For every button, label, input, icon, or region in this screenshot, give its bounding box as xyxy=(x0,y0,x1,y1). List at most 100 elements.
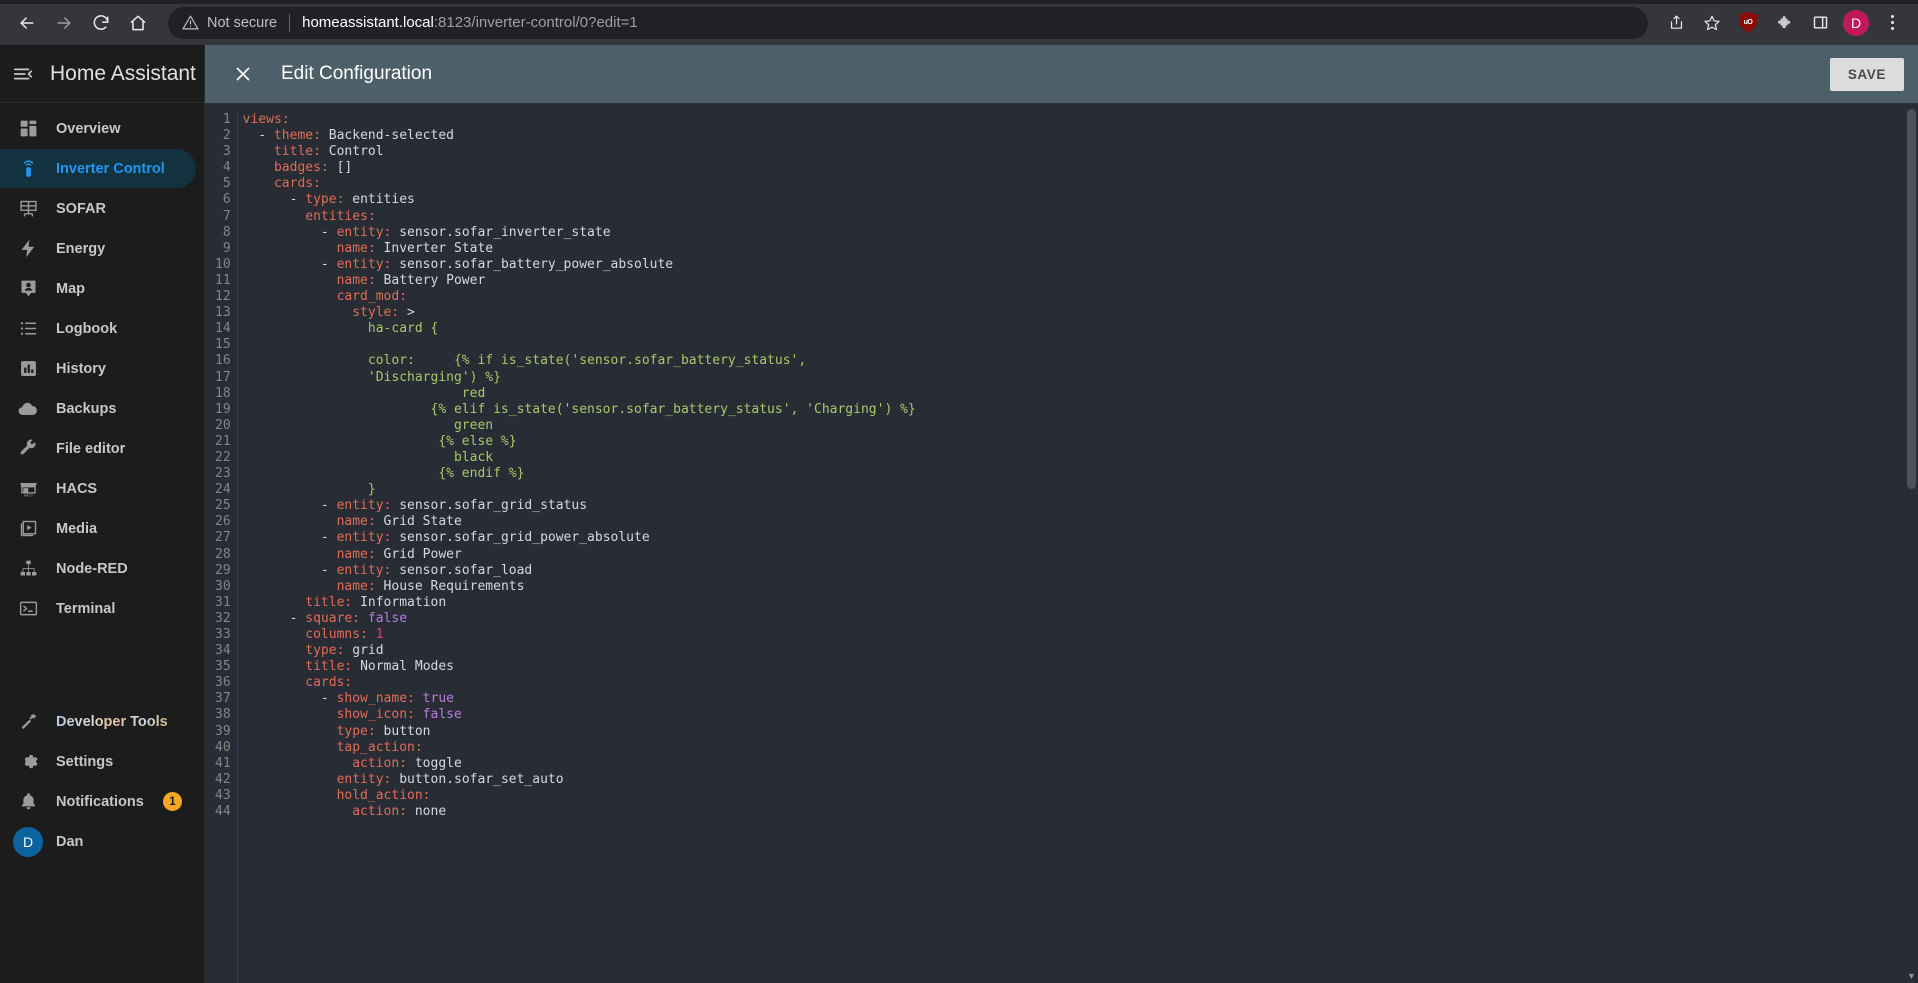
code-line[interactable]: green xyxy=(243,418,1918,434)
code-line[interactable] xyxy=(243,337,1918,353)
scrollbar-thumb[interactable] xyxy=(1907,109,1916,489)
sidebar-item-notifications[interactable]: Notifications 1 xyxy=(0,782,196,821)
code-line[interactable]: hold_action: xyxy=(243,788,1918,804)
code-line[interactable]: 'Discharging') %} xyxy=(243,370,1918,386)
line-number: 44 xyxy=(215,804,231,820)
back-icon[interactable] xyxy=(10,6,44,40)
share-icon[interactable] xyxy=(1660,7,1692,39)
sidebar-item-terminal[interactable]: Terminal xyxy=(0,589,196,628)
play-box-icon xyxy=(13,518,43,539)
code-line[interactable]: name: Inverter State xyxy=(243,241,1918,257)
code-line[interactable]: ha-card { xyxy=(243,321,1918,337)
code-line[interactable]: cards: xyxy=(243,176,1918,192)
code-line[interactable]: - entity: sensor.sofar_grid_power_absolu… xyxy=(243,530,1918,546)
code-line[interactable]: title: Control xyxy=(243,144,1918,160)
browser-actions: uO D xyxy=(1656,7,1908,39)
code-line[interactable]: entity: button.sofar_set_auto xyxy=(243,772,1918,788)
code-line[interactable]: tap_action: xyxy=(243,740,1918,756)
sidebar-item-hacs[interactable]: HACS HACS xyxy=(0,469,196,508)
code-line[interactable]: card_mod: xyxy=(243,289,1918,305)
sidebar-item-developer-tools[interactable]: Developer Tools xyxy=(0,702,196,741)
code-line[interactable]: - entity: sensor.sofar_load xyxy=(243,563,1918,579)
line-number: 8 xyxy=(222,224,231,240)
sidebar-item-map[interactable]: Map xyxy=(0,269,196,308)
line-number: 28 xyxy=(215,546,231,562)
sidebar-item-history[interactable]: History xyxy=(0,349,196,388)
reload-icon[interactable] xyxy=(84,6,118,40)
sidebar-item-file-editor[interactable]: File editor xyxy=(0,429,196,468)
code-line[interactable]: name: House Requirements xyxy=(243,579,1918,595)
editor-vertical-scrollbar[interactable]: ▲ ▼ xyxy=(1905,103,1918,983)
code-line[interactable]: - square: false xyxy=(243,611,1918,627)
code-line[interactable]: views: xyxy=(243,112,1918,128)
sidebar-item-sofar[interactable]: SOFAR xyxy=(0,189,196,228)
code-line[interactable]: columns: 1 xyxy=(243,627,1918,643)
sidebar-item-overview[interactable]: Overview xyxy=(0,109,196,148)
code-line[interactable]: {% endif %} xyxy=(243,466,1918,482)
code-line[interactable]: badges: [] xyxy=(243,160,1918,176)
code-line[interactable]: name: Grid State xyxy=(243,514,1918,530)
sidebar-item-energy[interactable]: Energy xyxy=(0,229,196,268)
url-display: homeassistant.local:8123/inverter-contro… xyxy=(302,14,638,31)
three-dot-menu-icon[interactable] xyxy=(1876,7,1908,39)
code-line[interactable]: - entity: sensor.sofar_grid_status xyxy=(243,498,1918,514)
code-line[interactable]: {% else %} xyxy=(243,434,1918,450)
code-line[interactable]: - entity: sensor.sofar_inverter_state xyxy=(243,225,1918,241)
line-number: 6 xyxy=(222,192,231,208)
address-bar[interactable]: Not secure homeassistant.local:8123/inve… xyxy=(168,6,1648,39)
code-line[interactable]: title: Normal Modes xyxy=(243,659,1918,675)
code-line[interactable]: - theme: Backend-selected xyxy=(243,128,1918,144)
scroll-down-arrow[interactable]: ▼ xyxy=(1906,970,1917,981)
sidebar-item-inverter-control[interactable]: Inverter Control xyxy=(0,149,196,188)
save-button[interactable]: SAVE xyxy=(1829,57,1904,91)
code-line[interactable]: {% elif is_state('sensor.sofar_battery_s… xyxy=(243,402,1918,418)
home-icon[interactable] xyxy=(121,6,155,40)
main-content: Edit Configuration SAVE 1 2 3 4 5 6 7 8 9 10 11 12 1… xyxy=(205,45,1918,983)
side-panel-icon[interactable] xyxy=(1804,7,1836,39)
code-line[interactable]: type: grid xyxy=(243,643,1918,659)
ublock-extension-icon[interactable]: uO xyxy=(1732,7,1764,39)
collapse-menu-icon[interactable] xyxy=(12,63,34,85)
ublock-label: uO xyxy=(1743,19,1753,26)
code-line[interactable]: title: Information xyxy=(243,595,1918,611)
code-line[interactable]: name: Battery Power xyxy=(243,273,1918,289)
code-editor-surface[interactable]: 1 2 3 4 5 6 7 8 9 10 11 12 13 14 15 16 17 18 19 20 21 22 23 24 2… xyxy=(205,103,1918,983)
code-line[interactable]: type: button xyxy=(243,724,1918,740)
code-content[interactable]: views: - theme: Backend-selected title: … xyxy=(238,112,1918,983)
code-line[interactable]: style: > xyxy=(243,305,1918,321)
sidebar-item-logbook[interactable]: Logbook xyxy=(0,309,196,348)
yaml-editor[interactable]: 1 2 3 4 5 6 7 8 9 10 11 12 13 14 15 16 17 18 19 20 21 22 23 24 2… xyxy=(205,103,1918,983)
sidebar-item-label: Overview xyxy=(56,120,121,137)
line-number: 1 xyxy=(222,112,231,127)
sidebar-item-node-red[interactable]: Node-RED xyxy=(0,549,196,588)
code-line[interactable]: - type: entities xyxy=(243,192,1918,208)
code-line[interactable]: black xyxy=(243,450,1918,466)
line-number: 21 xyxy=(215,433,231,449)
puzzle-icon[interactable] xyxy=(1768,7,1800,39)
code-line[interactable]: red xyxy=(243,386,1918,402)
code-line[interactable]: action: none xyxy=(243,804,1918,820)
sidebar-item-label: Logbook xyxy=(56,320,118,337)
star-icon[interactable] xyxy=(1696,7,1728,39)
sidebar-item-label: Notifications xyxy=(56,793,144,810)
code-line[interactable]: show_icon: false xyxy=(243,707,1918,723)
line-number: 20 xyxy=(215,417,231,433)
close-icon[interactable] xyxy=(223,54,263,94)
cloud-icon xyxy=(13,398,43,420)
code-line[interactable]: - entity: sensor.sofar_battery_power_abs… xyxy=(243,257,1918,273)
sidebar-item-settings[interactable]: Settings xyxy=(0,742,196,781)
code-line[interactable]: color: {% if is_state('sensor.sofar_batt… xyxy=(243,353,1918,369)
code-line[interactable]: entities: xyxy=(243,209,1918,225)
code-line[interactable]: action: toggle xyxy=(243,756,1918,772)
sidebar-item-user[interactable]: D Dan xyxy=(0,822,196,861)
code-line[interactable]: name: Grid Power xyxy=(243,547,1918,563)
forward-icon[interactable] xyxy=(47,6,81,40)
sidebar-item-media[interactable]: Media xyxy=(0,509,196,548)
line-number: 39 xyxy=(215,723,231,739)
code-line[interactable]: - show_name: true xyxy=(243,691,1918,707)
code-line[interactable]: cards: xyxy=(243,675,1918,691)
code-line[interactable]: } xyxy=(243,482,1918,498)
profile-avatar[interactable]: D xyxy=(1840,7,1872,39)
sidebar-item-backups[interactable]: Backups xyxy=(0,389,196,428)
sidebar: Home Assistant Overview Inverter Control xyxy=(0,45,205,983)
